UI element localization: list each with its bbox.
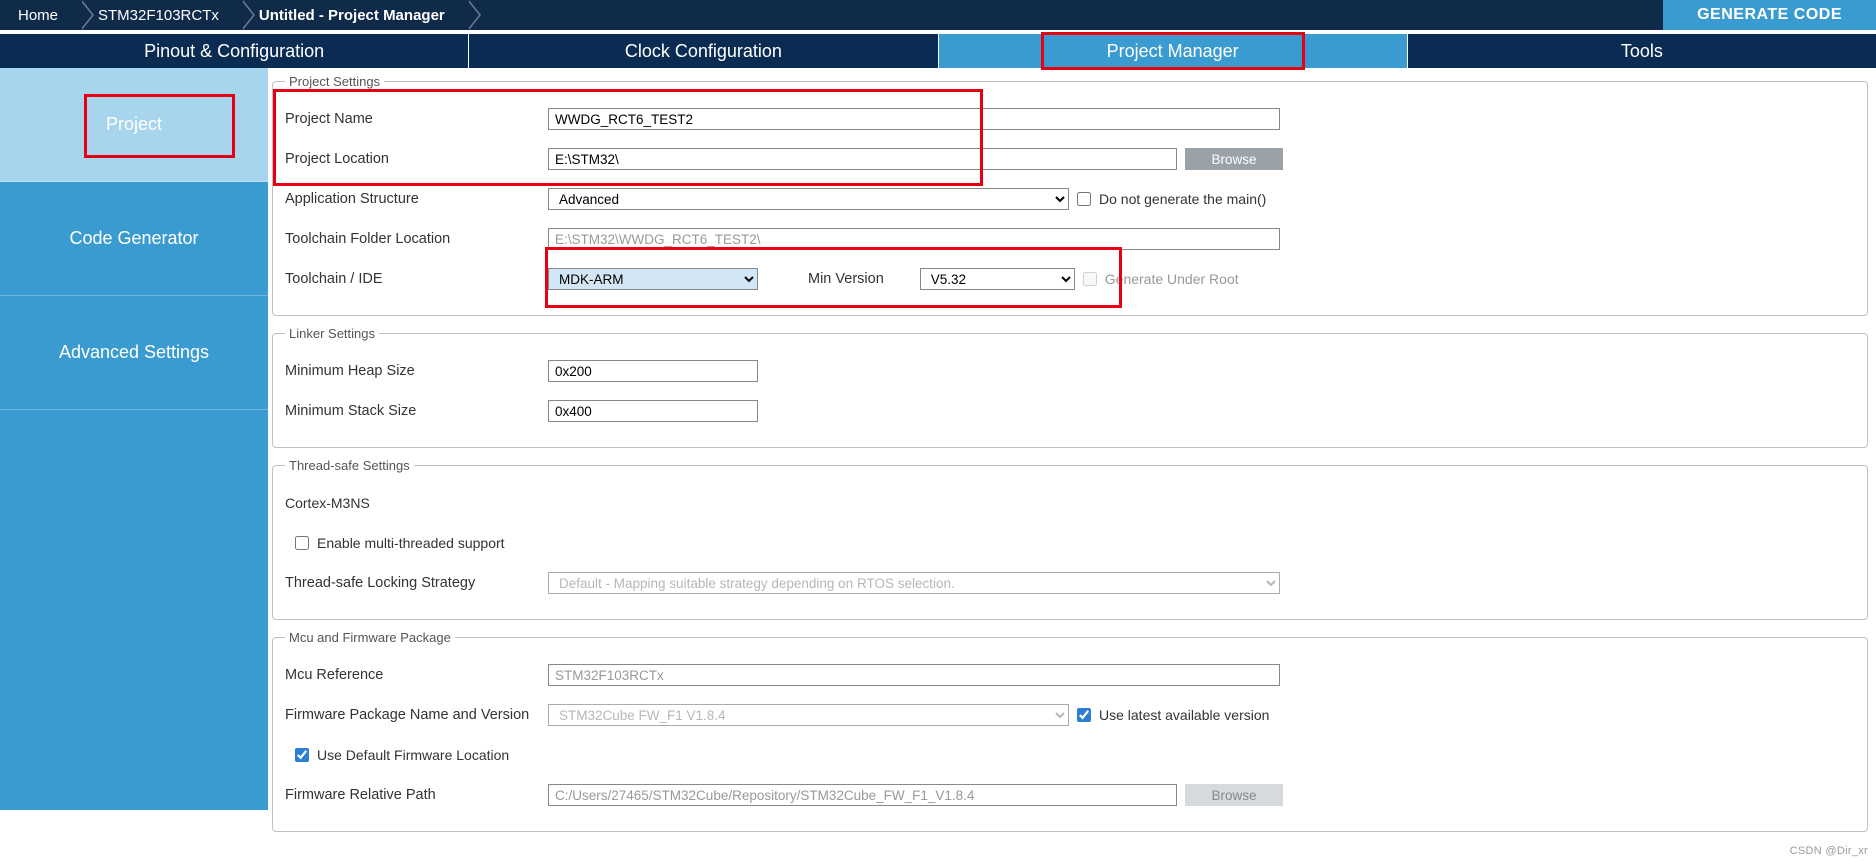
mcu-reference-label: Mcu Reference	[285, 667, 540, 683]
browse-location-button[interactable]: Browse	[1185, 148, 1283, 170]
thread-core-label: Cortex-M3NS	[285, 495, 370, 511]
project-location-input[interactable]	[548, 148, 1177, 170]
sidebar-item-label: Advanced Settings	[59, 342, 209, 363]
toolchain-folder-input	[548, 228, 1280, 250]
project-settings-legend: Project Settings	[285, 74, 384, 89]
tab-project-manager[interactable]: Project Manager	[939, 34, 1408, 68]
application-structure-select[interactable]: Advanced	[548, 188, 1069, 210]
project-settings-group: Project Settings Project Name Project Lo…	[272, 74, 1868, 316]
no-main-checkbox[interactable]	[1077, 192, 1091, 206]
mcu-reference-input	[548, 664, 1280, 686]
linker-settings-group: Linker Settings Minimum Heap Size Minimu…	[272, 326, 1868, 448]
toolchain-ide-select[interactable]: MDK-ARM	[548, 268, 758, 290]
tab-pinout[interactable]: Pinout & Configuration	[0, 34, 469, 68]
toolchain-ide-label: Toolchain / IDE	[285, 271, 540, 287]
main-panel: Project Settings Project Name Project Lo…	[268, 68, 1876, 842]
heap-size-input[interactable]	[548, 360, 758, 382]
enable-multithread-checkbox[interactable]	[295, 536, 309, 550]
mcu-firmware-group: Mcu and Firmware Package Mcu Reference F…	[272, 630, 1868, 832]
use-default-fw-location-label: Use Default Firmware Location	[317, 747, 509, 763]
sidebar: Project Code Generator Advanced Settings	[0, 68, 268, 842]
use-latest-checkbox[interactable]	[1077, 708, 1091, 722]
breadcrumb: Home STM32F103RCTx Untitled - Project Ma…	[0, 0, 467, 30]
use-latest-label: Use latest available version	[1099, 707, 1269, 723]
enable-multithread-label: Enable multi-threaded support	[317, 535, 505, 551]
firmware-package-label: Firmware Package Name and Version	[285, 707, 540, 723]
stack-size-label: Minimum Stack Size	[285, 403, 540, 419]
tab-tools[interactable]: Tools	[1408, 34, 1876, 68]
mcu-firmware-legend: Mcu and Firmware Package	[285, 630, 455, 645]
application-structure-label: Application Structure	[285, 191, 540, 207]
sidebar-item-code-generator[interactable]: Code Generator	[0, 182, 268, 296]
locking-strategy-select: Default - Mapping suitable strategy depe…	[548, 572, 1280, 594]
firmware-package-select: STM32Cube FW_F1 V1.8.4	[548, 704, 1069, 726]
sidebar-filler	[0, 410, 268, 810]
main-tabs: Pinout & Configuration Clock Configurati…	[0, 34, 1876, 68]
breadcrumb-project[interactable]: Untitled - Project Manager	[241, 0, 467, 30]
firmware-relative-path-input	[548, 784, 1177, 806]
generate-under-root-checkbox	[1083, 272, 1097, 286]
locking-strategy-label: Thread-safe Locking Strategy	[285, 575, 540, 591]
toolchain-folder-label: Toolchain Folder Location	[285, 231, 540, 247]
topbar: Home STM32F103RCTx Untitled - Project Ma…	[0, 0, 1876, 30]
sidebar-item-label: Code Generator	[69, 228, 198, 249]
thread-safe-settings-group: Thread-safe Settings Cortex-M3NS Enable …	[272, 458, 1868, 620]
linker-settings-legend: Linker Settings	[285, 326, 379, 341]
heap-size-label: Minimum Heap Size	[285, 363, 540, 379]
thread-safe-legend: Thread-safe Settings	[285, 458, 414, 473]
project-name-input[interactable]	[548, 108, 1280, 130]
watermark: CSDN @Dir_xr	[1790, 845, 1868, 857]
sidebar-item-advanced-settings[interactable]: Advanced Settings	[0, 296, 268, 410]
firmware-relative-path-label: Firmware Relative Path	[285, 787, 540, 803]
no-main-label: Do not generate the main()	[1099, 191, 1266, 207]
sidebar-item-project[interactable]: Project	[0, 68, 268, 182]
use-default-fw-location-checkbox[interactable]	[295, 748, 309, 762]
min-version-label: Min Version	[808, 271, 884, 287]
generate-under-root-label: Generate Under Root	[1105, 271, 1239, 287]
project-location-label: Project Location	[285, 151, 540, 167]
tab-clock[interactable]: Clock Configuration	[469, 34, 938, 68]
breadcrumb-chip[interactable]: STM32F103RCTx	[80, 0, 241, 30]
sidebar-item-label: Project	[106, 114, 162, 135]
breadcrumb-home[interactable]: Home	[0, 0, 80, 30]
project-name-label: Project Name	[285, 111, 540, 127]
tab-project-manager-label: Project Manager	[1107, 41, 1239, 62]
stack-size-input[interactable]	[548, 400, 758, 422]
generate-code-button[interactable]: GENERATE CODE	[1663, 0, 1876, 30]
min-version-select[interactable]: V5.32	[920, 268, 1075, 290]
browse-firmware-button: Browse	[1185, 784, 1283, 806]
